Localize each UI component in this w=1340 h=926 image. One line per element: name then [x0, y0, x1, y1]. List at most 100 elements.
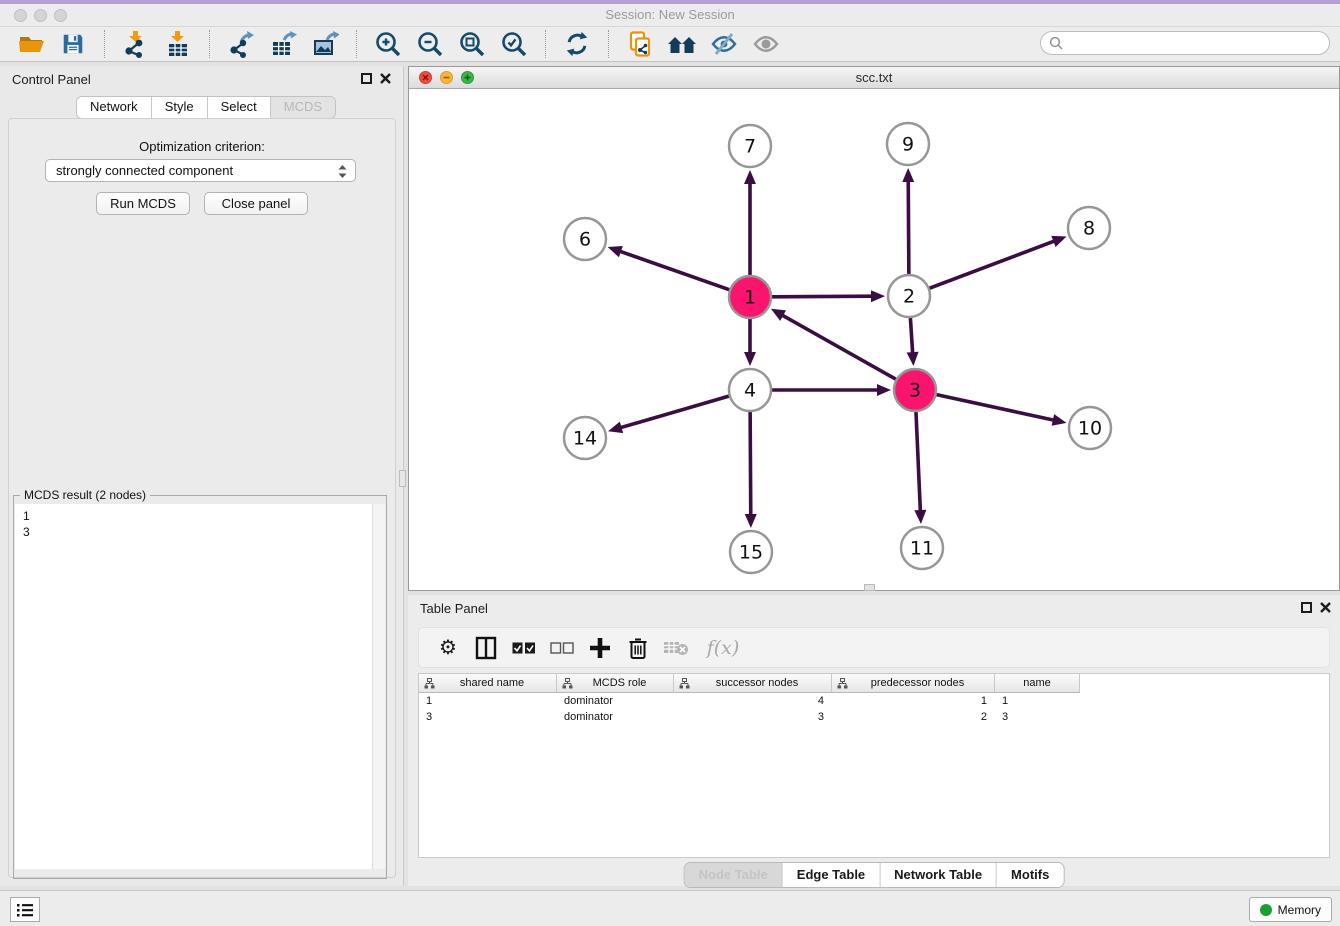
toolbar-separator	[104, 30, 105, 58]
network-view-title: scc.txt	[409, 70, 1339, 85]
column-header-shared-name[interactable]: shared name	[419, 674, 557, 693]
column-header-name[interactable]: name	[995, 674, 1080, 693]
graph-node-label: 7	[744, 136, 756, 158]
gear-icon[interactable]: ⚙	[435, 635, 461, 661]
close-panel-icon[interactable]	[379, 72, 392, 85]
network-graph[interactable]: 7968124314101511	[409, 89, 1339, 590]
first-neighbors-icon[interactable]	[666, 29, 698, 59]
cell-name[interactable]: 3	[995, 709, 1080, 725]
result-value: 1	[15, 508, 385, 524]
node-table-header: shared name MCDS role successor	[419, 674, 1329, 693]
window-title: Session: New Session	[0, 7, 1340, 22]
function-builder-icon[interactable]: f(x)	[701, 635, 745, 661]
column-header-mcds-role[interactable]: MCDS role	[557, 674, 674, 693]
run-mcds-button[interactable]: Run MCDS	[96, 192, 190, 215]
graph-edge-arrowhead	[744, 170, 756, 184]
list-icon	[16, 902, 34, 918]
zoom-fit-icon[interactable]	[456, 29, 488, 59]
tab-edge-table[interactable]: Edge Table	[783, 863, 880, 887]
cell-predecessor-nodes[interactable]: 1	[832, 693, 995, 709]
hide-selected-icon[interactable]	[708, 29, 740, 59]
node-table: shared name MCDS role successor	[418, 673, 1330, 858]
vertical-splitter-handle[interactable]	[399, 470, 406, 487]
cell-shared-name[interactable]: 3	[419, 709, 557, 725]
table-row[interactable]: 1 dominator 4 1 1	[419, 693, 1329, 709]
cell-successor-nodes[interactable]: 3	[674, 709, 832, 725]
mcds-result-title: MCDS result (2 nodes)	[20, 488, 150, 502]
cell-successor-nodes[interactable]: 4	[674, 693, 832, 709]
graph-edge-2-9[interactable]	[908, 180, 909, 274]
export-network-icon[interactable]	[225, 29, 257, 59]
tab-network-table[interactable]: Network Table	[880, 863, 997, 887]
close-panel-button[interactable]: Close panel	[204, 192, 308, 215]
graph-edge-4-15[interactable]	[750, 412, 751, 516]
zoom-selected-icon[interactable]	[498, 29, 530, 59]
tab-mcds[interactable]: MCDS	[271, 97, 335, 118]
tab-select[interactable]: Select	[208, 97, 271, 118]
graph-node-label: 10	[1078, 418, 1102, 440]
graph-node-label: 4	[744, 380, 756, 402]
export-table-icon[interactable]	[267, 29, 299, 59]
memory-label: Memory	[1278, 903, 1321, 917]
select-stepper-icon	[337, 163, 348, 183]
refresh-layout-icon[interactable]	[561, 29, 593, 59]
memory-button[interactable]: Memory	[1249, 897, 1332, 922]
import-table-icon[interactable]	[162, 29, 194, 59]
optimization-criterion-value: strongly connected component	[56, 163, 233, 178]
cell-shared-name[interactable]: 1	[419, 693, 557, 709]
mcds-result-list[interactable]: 1 3	[15, 504, 385, 869]
add-column-icon[interactable]	[587, 635, 613, 661]
table-tabs: Node Table Edge Table Network Table Moti…	[685, 863, 1064, 887]
control-panel-title: Control Panel	[12, 72, 91, 87]
optimization-criterion-select[interactable]: strongly connected component	[45, 159, 356, 182]
column-header-successor-nodes[interactable]: successor nodes	[674, 674, 832, 693]
horizontal-splitter-handle[interactable]	[864, 584, 875, 591]
zoom-in-icon[interactable]	[372, 29, 404, 59]
table-panel-header: Table Panel	[408, 595, 1340, 623]
graph-edge-3-10[interactable]	[936, 395, 1054, 421]
delete-column-icon[interactable]	[625, 635, 651, 661]
select-all-checkboxes-icon[interactable]	[511, 635, 537, 661]
column-header-predecessor-nodes[interactable]: predecessor nodes	[832, 674, 995, 693]
zoom-out-icon[interactable]	[414, 29, 446, 59]
cell-mcds-role[interactable]: dominator	[557, 693, 674, 709]
table-panel-title: Table Panel	[420, 601, 488, 616]
deselect-all-checkboxes-icon[interactable]	[549, 635, 575, 661]
toolbar-separator	[608, 30, 609, 58]
graph-edge-4-14[interactable]	[620, 396, 729, 428]
show-columns-icon[interactable]	[473, 635, 499, 661]
control-panel: Control Panel Network Style Select MCDS …	[0, 66, 404, 886]
graph-edge-3-11[interactable]	[916, 412, 920, 512]
show-all-icon[interactable]	[750, 29, 782, 59]
float-panel-icon[interactable]	[361, 73, 372, 84]
tab-network[interactable]: Network	[77, 97, 152, 118]
cell-predecessor-nodes[interactable]: 2	[832, 709, 995, 725]
graph-edge-3-1[interactable]	[781, 315, 895, 380]
result-scrollbar[interactable]	[372, 504, 385, 869]
search-field[interactable]	[1040, 31, 1330, 55]
tab-style[interactable]: Style	[152, 97, 208, 118]
save-icon[interactable]	[57, 29, 89, 59]
graph-edge-2-8[interactable]	[930, 241, 1056, 289]
float-table-panel-icon[interactable]	[1301, 602, 1312, 613]
close-table-panel-icon[interactable]	[1319, 601, 1332, 614]
tab-motifs[interactable]: Motifs	[997, 863, 1063, 887]
graph-edge-1-6[interactable]	[619, 251, 729, 290]
delete-table-icon[interactable]	[663, 635, 689, 661]
search-input[interactable]	[1068, 34, 1329, 52]
copy-network-icon[interactable]	[624, 29, 656, 59]
graph-node-label: 11	[910, 538, 934, 560]
network-window-titlebar[interactable]: scc.txt	[409, 67, 1339, 89]
cell-name[interactable]: 1	[995, 693, 1080, 709]
task-history-button[interactable]	[10, 897, 40, 922]
cell-mcds-role[interactable]: dominator	[557, 709, 674, 725]
control-panel-header: Control Panel	[0, 66, 403, 94]
graph-edge-2-3[interactable]	[910, 318, 912, 354]
open-folder-icon[interactable]	[15, 29, 47, 59]
tab-node-table[interactable]: Node Table	[685, 863, 783, 887]
graph-edge-1-2[interactable]	[772, 296, 873, 297]
import-network-icon[interactable]	[120, 29, 152, 59]
table-row[interactable]: 3 dominator 3 2 3	[419, 709, 1329, 725]
export-image-icon[interactable]	[309, 29, 341, 59]
network-canvas[interactable]: 7968124314101511	[409, 89, 1339, 590]
